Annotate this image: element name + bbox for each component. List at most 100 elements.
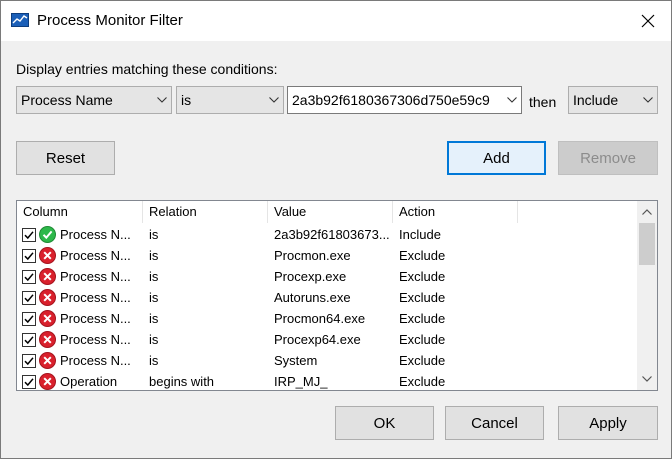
cell-value: Procexp64.exe <box>274 332 361 347</box>
header-value[interactable]: Value <box>268 201 393 223</box>
scroll-up-button[interactable] <box>637 203 657 221</box>
table-row[interactable]: Process N... is Procmon.exe Exclude <box>17 245 637 266</box>
cell-action: Exclude <box>399 332 446 347</box>
action-select[interactable]: Include <box>568 86 658 114</box>
chevron-down-icon <box>153 97 171 103</box>
remove-button[interactable]: Remove <box>558 141 658 175</box>
header-filler <box>518 201 637 223</box>
relation-select-value: is <box>181 92 192 108</box>
checkbox[interactable] <box>22 269 36 284</box>
checkbox[interactable] <box>22 353 36 368</box>
table-row[interactable]: Process N... is 2a3b92f61803673... Include <box>17 224 637 245</box>
cell-column: Process N... <box>17 247 143 264</box>
cell-action: Exclude <box>399 248 446 263</box>
cell-relation: is <box>149 227 159 242</box>
cell-action: Exclude <box>399 374 446 389</box>
header-relation[interactable]: Relation <box>143 201 268 223</box>
cell-value: System <box>274 353 318 368</box>
table-row[interactable]: Process N... is Procmon64.exe Exclude <box>17 308 637 329</box>
table-row[interactable]: Operation begins with IRP_MJ_ Exclude <box>17 371 637 390</box>
cell-relation: is <box>149 353 159 368</box>
ok-button[interactable]: OK <box>335 406 434 440</box>
checkbox[interactable] <box>22 227 36 242</box>
exclude-icon <box>39 247 56 264</box>
exclude-icon <box>39 289 56 306</box>
filter-list[interactable]: Column Relation Value Action Process N..… <box>16 200 658 391</box>
vertical-scrollbar[interactable] <box>637 201 657 390</box>
header-column[interactable]: Column <box>17 201 143 223</box>
close-icon <box>641 14 655 28</box>
cell-column: Operation <box>17 373 143 390</box>
exclude-icon <box>39 268 56 285</box>
column-text: Process N... <box>60 290 131 305</box>
value-combobox[interactable]: 2a3b92f6180367306d750e59c9 <box>287 86 522 114</box>
exclude-icon <box>39 331 56 348</box>
cell-action: Exclude <box>399 290 446 305</box>
title-bar: Process Monitor Filter <box>1 1 671 41</box>
cell-value: Procexp.exe <box>274 269 347 284</box>
checkbox[interactable] <box>22 332 36 347</box>
value-field[interactable]: 2a3b92f6180367306d750e59c9 <box>292 92 503 108</box>
close-button[interactable] <box>625 1 671 41</box>
column-text: Operation <box>60 374 118 389</box>
cell-action: Exclude <box>399 311 446 326</box>
checkbox[interactable] <box>22 311 36 326</box>
checkbox[interactable] <box>22 290 36 305</box>
cell-action: Exclude <box>399 353 446 368</box>
scroll-down-button[interactable] <box>637 370 657 388</box>
apply-button[interactable]: Apply <box>558 406 658 440</box>
cell-column: Process N... <box>17 352 143 369</box>
chevron-up-icon <box>642 209 652 215</box>
cell-action: Include <box>399 227 441 242</box>
cell-value: Autoruns.exe <box>274 290 351 305</box>
chevron-down-icon <box>265 97 283 103</box>
cell-column: Process N... <box>17 226 143 243</box>
cell-relation: is <box>149 290 159 305</box>
cell-relation: is <box>149 332 159 347</box>
cancel-button[interactable]: Cancel <box>445 406 544 440</box>
cell-relation: is <box>149 248 159 263</box>
exclude-icon <box>39 352 56 369</box>
process-monitor-app-icon <box>11 13 29 27</box>
cell-action: Exclude <box>399 269 446 284</box>
table-row[interactable]: Process N... is Autoruns.exe Exclude <box>17 287 637 308</box>
column-select[interactable]: Process Name <box>16 86 172 114</box>
cell-value: IRP_MJ_ <box>274 374 328 389</box>
action-select-value: Include <box>573 92 619 108</box>
header-action[interactable]: Action <box>393 201 518 223</box>
chevron-down-icon <box>639 97 657 103</box>
column-text: Process N... <box>60 353 131 368</box>
checkbox[interactable] <box>22 248 36 263</box>
column-text: Process N... <box>60 248 131 263</box>
cell-column: Process N... <box>17 331 143 348</box>
chevron-down-icon[interactable] <box>503 97 521 103</box>
cell-value: 2a3b92f61803673... <box>274 227 390 242</box>
chevron-down-icon <box>642 376 652 382</box>
column-text: Process N... <box>60 269 131 284</box>
table-row[interactable]: Process N... is Procexp.exe Exclude <box>17 266 637 287</box>
window-title: Process Monitor Filter <box>37 12 183 29</box>
relation-select[interactable]: is <box>176 86 284 114</box>
cell-relation: begins with <box>149 374 215 389</box>
list-header: Column Relation Value Action <box>17 201 637 223</box>
scroll-thumb[interactable] <box>639 223 655 265</box>
filter-dialog: Process Monitor Filter Display entries m… <box>0 0 672 459</box>
table-row[interactable]: Process N... is Procexp64.exe Exclude <box>17 329 637 350</box>
column-text: Process N... <box>60 311 131 326</box>
cell-relation: is <box>149 311 159 326</box>
reset-button[interactable]: Reset <box>16 141 115 175</box>
include-icon <box>39 226 56 243</box>
then-label: then <box>529 94 557 110</box>
table-row[interactable]: Process N... is System Exclude <box>17 350 637 371</box>
list-rows: Process N... is 2a3b92f61803673... Include P… <box>17 224 637 390</box>
column-select-value: Process Name <box>21 92 113 108</box>
add-button[interactable]: Add <box>447 141 546 175</box>
conditions-prompt: Display entries matching these condition… <box>16 61 278 77</box>
cell-relation: is <box>149 269 159 284</box>
checkbox[interactable] <box>22 374 36 389</box>
column-text: Process N... <box>60 332 131 347</box>
cell-value: Procmon.exe <box>274 248 351 263</box>
exclude-icon <box>39 310 56 327</box>
cell-column: Process N... <box>17 289 143 306</box>
column-text: Process N... <box>60 227 131 242</box>
